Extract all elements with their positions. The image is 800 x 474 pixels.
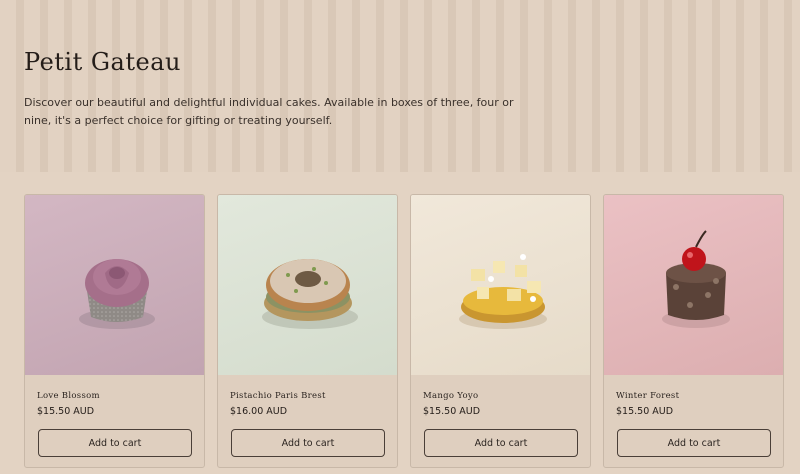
product-card[interactable]: Love Blossom $15.50 AUD Add to cart bbox=[24, 194, 205, 468]
mango-tart-illustration bbox=[459, 254, 547, 329]
product-price: $15.50 AUD bbox=[423, 406, 481, 417]
collection-description: Discover our beautiful and delightful in… bbox=[24, 96, 514, 127]
collection-banner: Petit Gateau Discover our beautiful and … bbox=[0, 0, 800, 172]
product-price: $15.50 AUD bbox=[616, 406, 674, 417]
product-card[interactable]: Pistachio Paris Brest $16.00 AUD Add to … bbox=[217, 194, 398, 468]
product-image-love-blossom[interactable] bbox=[25, 195, 204, 375]
product-name[interactable]: Winter Forest bbox=[616, 391, 679, 401]
paris-brest-illustration bbox=[262, 259, 358, 329]
add-to-cart-button[interactable]: Add to cart bbox=[231, 429, 385, 457]
product-image-mango-yoyo[interactable] bbox=[411, 195, 590, 375]
product-name[interactable]: Pistachio Paris Brest bbox=[230, 391, 326, 401]
chocolate-cherry-cake-illustration bbox=[662, 230, 730, 328]
product-name[interactable]: Mango Yoyo bbox=[423, 391, 478, 401]
product-card[interactable]: Mango Yoyo $15.50 AUD Add to cart bbox=[410, 194, 591, 468]
product-card[interactable]: Winter Forest $15.50 AUD Add to cart bbox=[603, 194, 784, 468]
product-image-pistachio-paris-brest[interactable] bbox=[218, 195, 397, 375]
product-price: $15.50 AUD bbox=[37, 406, 95, 417]
product-name[interactable]: Love Blossom bbox=[37, 391, 100, 401]
add-to-cart-button[interactable]: Add to cart bbox=[424, 429, 578, 457]
add-to-cart-button[interactable]: Add to cart bbox=[617, 429, 771, 457]
rose-cake-illustration bbox=[79, 259, 155, 329]
product-price: $16.00 AUD bbox=[230, 406, 288, 417]
collection-title: Petit Gateau bbox=[24, 48, 181, 76]
product-image-winter-forest[interactable] bbox=[604, 195, 783, 375]
add-to-cart-button[interactable]: Add to cart bbox=[38, 429, 192, 457]
product-grid: Love Blossom $15.50 AUD Add to cart Pist… bbox=[24, 194, 786, 470]
